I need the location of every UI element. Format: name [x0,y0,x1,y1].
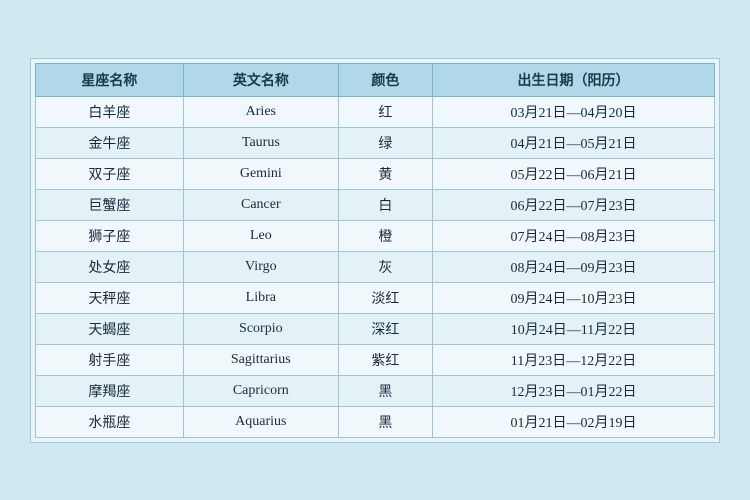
table-cell: 06月22日—07月23日 [432,189,714,220]
table-cell: 红 [338,96,432,127]
zodiac-table: 星座名称 英文名称 颜色 出生日期（阳历） 白羊座Aries红03月21日—04… [35,63,715,438]
col-header-english: 英文名称 [183,63,338,96]
table-cell: 01月21日—02月19日 [432,406,714,437]
col-header-date: 出生日期（阳历） [432,63,714,96]
table-cell: 双子座 [36,158,184,189]
main-container: 星座名称 英文名称 颜色 出生日期（阳历） 白羊座Aries红03月21日—04… [30,58,720,443]
table-cell: 射手座 [36,344,184,375]
table-cell: 黑 [338,375,432,406]
table-cell: 深红 [338,313,432,344]
table-cell: Cancer [183,189,338,220]
table-cell: Gemini [183,158,338,189]
table-row: 狮子座Leo橙07月24日—08月23日 [36,220,715,251]
col-header-chinese: 星座名称 [36,63,184,96]
table-row: 巨蟹座Cancer白06月22日—07月23日 [36,189,715,220]
table-cell: 淡红 [338,282,432,313]
table-cell: 金牛座 [36,127,184,158]
table-header-row: 星座名称 英文名称 颜色 出生日期（阳历） [36,63,715,96]
table-row: 射手座Sagittarius紫红11月23日—12月22日 [36,344,715,375]
table-cell: 12月23日—01月22日 [432,375,714,406]
table-cell: 摩羯座 [36,375,184,406]
table-cell: 黑 [338,406,432,437]
table-cell: 巨蟹座 [36,189,184,220]
table-cell: 水瓶座 [36,406,184,437]
table-cell: 狮子座 [36,220,184,251]
table-row: 金牛座Taurus绿04月21日—05月21日 [36,127,715,158]
table-cell: 05月22日—06月21日 [432,158,714,189]
table-row: 双子座Gemini黄05月22日—06月21日 [36,158,715,189]
table-cell: 08月24日—09月23日 [432,251,714,282]
table-cell: 10月24日—11月22日 [432,313,714,344]
table-cell: Virgo [183,251,338,282]
table-cell: 橙 [338,220,432,251]
col-header-color: 颜色 [338,63,432,96]
table-cell: 07月24日—08月23日 [432,220,714,251]
table-cell: 09月24日—10月23日 [432,282,714,313]
table-cell: 黄 [338,158,432,189]
table-cell: 04月21日—05月21日 [432,127,714,158]
table-row: 天蝎座Scorpio深红10月24日—11月22日 [36,313,715,344]
table-cell: 03月21日—04月20日 [432,96,714,127]
table-cell: 处女座 [36,251,184,282]
table-cell: 11月23日—12月22日 [432,344,714,375]
table-cell: Aquarius [183,406,338,437]
table-row: 天秤座Libra淡红09月24日—10月23日 [36,282,715,313]
table-row: 水瓶座Aquarius黑01月21日—02月19日 [36,406,715,437]
table-cell: 白 [338,189,432,220]
table-row: 白羊座Aries红03月21日—04月20日 [36,96,715,127]
table-cell: 天秤座 [36,282,184,313]
table-cell: Sagittarius [183,344,338,375]
table-cell: 绿 [338,127,432,158]
table-cell: 天蝎座 [36,313,184,344]
table-cell: 紫红 [338,344,432,375]
table-row: 处女座Virgo灰08月24日—09月23日 [36,251,715,282]
table-cell: 白羊座 [36,96,184,127]
table-cell: 灰 [338,251,432,282]
table-cell: Taurus [183,127,338,158]
table-cell: Libra [183,282,338,313]
table-cell: Aries [183,96,338,127]
table-cell: Scorpio [183,313,338,344]
table-row: 摩羯座Capricorn黑12月23日—01月22日 [36,375,715,406]
table-cell: Capricorn [183,375,338,406]
table-cell: Leo [183,220,338,251]
